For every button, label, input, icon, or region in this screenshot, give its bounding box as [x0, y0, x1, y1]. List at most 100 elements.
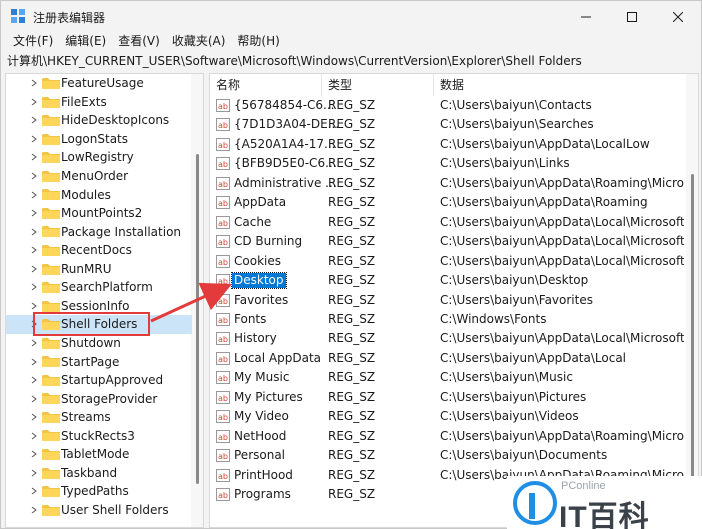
chevron-right-icon[interactable] — [30, 334, 38, 352]
value-name: CD Burning — [234, 234, 303, 249]
value-type: REG_SZ — [328, 292, 376, 307]
tree-item-typedpaths[interactable]: TypedPaths — [6, 482, 192, 501]
values-scroll-thumb[interactable] — [691, 174, 694, 484]
value-name: My Pictures — [234, 389, 303, 404]
tree-item-hidedesktopicons[interactable]: HideDesktopIcons — [6, 111, 192, 130]
chevron-right-icon[interactable] — [30, 241, 38, 259]
chevron-right-icon[interactable] — [30, 167, 38, 185]
chevron-right-icon[interactable] — [30, 204, 38, 222]
value-row[interactable]: ab NetHood REG_SZ C:\Users\baiyun\AppData\R… — [210, 427, 686, 447]
value-row[interactable]: ab Favorites REG_SZ C:\Users\baiyun\Favorit… — [210, 291, 686, 311]
value-row[interactable]: ab CD Burning REG_SZ C:\Users\baiyun\AppDat… — [210, 232, 686, 252]
tree-item-storageprovider[interactable]: StorageProvider — [6, 389, 192, 408]
tree-item-shutdown[interactable]: Shutdown — [6, 334, 192, 353]
tree-item-fileexts[interactable]: FileExts — [6, 93, 192, 112]
value-row[interactable]: ab My Video REG_SZ C:\Users\baiyun\Videos — [210, 407, 686, 427]
close-button[interactable] — [655, 1, 701, 32]
tree-item-featureusage[interactable]: FeatureUsage — [6, 74, 192, 93]
registry-editor-icon — [11, 9, 25, 23]
values-list-pane[interactable]: 名称 类型 数据 ab {56784854-C6... REG_SZ C:\Users… — [209, 73, 699, 528]
chevron-right-icon[interactable] — [30, 74, 38, 92]
tree-item-startupapproved[interactable]: StartupApproved — [6, 371, 192, 390]
value-row[interactable]: ab Local AppData REG_SZ C:\Users\baiyun\App… — [210, 349, 686, 369]
key-tree-pane[interactable]: FeatureUsage FileExts HideDesktopIcons Logo… — [5, 73, 204, 528]
column-header-type[interactable]: 类型 — [322, 74, 434, 96]
title-bar[interactable]: 注册表编辑器 — [1, 1, 701, 32]
menu-edit[interactable]: 编辑(E) — [59, 32, 112, 50]
chevron-right-icon[interactable] — [30, 223, 38, 241]
chevron-right-icon[interactable] — [30, 390, 38, 408]
column-header-name[interactable]: 名称 — [210, 74, 322, 96]
tree-item-logonstats[interactable]: LogonStats — [6, 130, 192, 149]
tree-item-runmru[interactable]: RunMRU — [6, 260, 192, 279]
tree-item-lowregistry[interactable]: LowRegistry — [6, 148, 192, 167]
reg-sz-icon: ab — [216, 351, 230, 365]
value-row[interactable]: ab Personal REG_SZ C:\Users\baiyun\Document… — [210, 446, 686, 466]
tree-item-menuorder[interactable]: MenuOrder — [6, 167, 192, 186]
values-scrollbar[interactable] — [686, 74, 698, 527]
chevron-right-icon[interactable] — [30, 260, 38, 278]
reg-sz-icon: ab — [216, 488, 230, 501]
tree-item-tabletmode[interactable]: TabletMode — [6, 445, 192, 464]
chevron-right-icon[interactable] — [30, 371, 38, 389]
chevron-right-icon[interactable] — [30, 93, 38, 111]
value-row[interactable]: ab Cache REG_SZ C:\Users\baiyun\AppData\Loc… — [210, 213, 686, 233]
address-bar[interactable]: 计算机\HKEY_CURRENT_USER\Software\Microsoft… — [5, 52, 697, 70]
value-row[interactable]: ab My Pictures REG_SZ C:\Users\baiyun\Pictu… — [210, 388, 686, 408]
value-data: C:\Windows\Fonts — [440, 311, 547, 326]
chevron-right-icon[interactable] — [30, 464, 38, 482]
minimize-button[interactable] — [563, 1, 609, 32]
tree-item-startpage[interactable]: StartPage — [6, 352, 192, 371]
menu-file[interactable]: 文件(F) — [7, 32, 59, 50]
tree-item-taskband[interactable]: Taskband — [6, 464, 192, 483]
value-row[interactable]: ab {7D1D3A04-DE... REG_SZ C:\Users\baiyun\S… — [210, 115, 686, 135]
column-header-data[interactable]: 数据 — [434, 74, 686, 96]
folder-icon — [42, 114, 60, 127]
chevron-right-icon[interactable] — [30, 111, 38, 129]
value-row[interactable]: ab Fonts REG_SZ C:\Windows\Fonts — [210, 310, 686, 330]
tree-item-recentdocs[interactable]: RecentDocs — [6, 241, 192, 260]
tree-item-mountpoints2[interactable]: MountPoints2 — [6, 204, 192, 223]
tree-scroll-thumb[interactable] — [196, 154, 199, 484]
value-row[interactable]: ab My Music REG_SZ C:\Users\baiyun\Music — [210, 368, 686, 388]
value-row[interactable]: ab {BFB9D5E0-C6... REG_SZ C:\Users\baiyun\L… — [210, 154, 686, 174]
value-row[interactable]: ab {56784854-C6... REG_SZ C:\Users\baiyun\C… — [210, 96, 686, 116]
menu-view[interactable]: 查看(V) — [112, 32, 166, 50]
tree-item-package-installation[interactable]: Package Installation — [6, 222, 192, 241]
chevron-right-icon[interactable] — [30, 148, 38, 166]
tree-item-user-shell-folders[interactable]: User Shell Folders — [6, 501, 192, 520]
menu-favorites[interactable]: 收藏夹(A) — [166, 32, 232, 50]
chevron-right-icon[interactable] — [30, 482, 38, 500]
folder-icon — [42, 392, 60, 405]
value-row[interactable]: ab Cookies REG_SZ C:\Users\baiyun\AppData\L… — [210, 252, 686, 272]
value-type: REG_SZ — [328, 234, 376, 249]
chevron-right-icon[interactable] — [30, 353, 38, 371]
chevron-right-icon[interactable] — [30, 408, 38, 426]
tree-item-modules[interactable]: Modules — [6, 185, 192, 204]
tree-scrollbar[interactable] — [191, 74, 203, 527]
value-name: History — [234, 331, 277, 346]
tree-item-streams[interactable]: Streams — [6, 408, 192, 427]
value-data: C:\Users\baiyun\AppData\Local — [440, 350, 627, 365]
value-row[interactable]: ab History REG_SZ C:\Users\baiyun\AppData\L… — [210, 329, 686, 349]
value-row[interactable]: ab AppData REG_SZ C:\Users\baiyun\AppData\R… — [210, 193, 686, 213]
chevron-right-icon[interactable] — [30, 445, 38, 463]
chevron-right-icon[interactable] — [30, 501, 38, 519]
tree-item-stuckrects3[interactable]: StuckRects3 — [6, 426, 192, 445]
value-row[interactable]: ab Desktop REG_SZ C:\Users\baiyun\Desktop — [210, 271, 686, 291]
tree-item-label: Taskband — [61, 465, 118, 480]
reg-sz-icon: ab — [216, 137, 230, 151]
tree-item-label: MountPoints2 — [61, 206, 143, 221]
value-name: Administrative ... — [234, 175, 337, 190]
chevron-right-icon[interactable] — [30, 427, 38, 445]
value-row[interactable]: ab {A520A1A4-17... REG_SZ C:\Users\baiyun\A… — [210, 135, 686, 155]
menu-help[interactable]: 帮助(H) — [231, 32, 285, 50]
chevron-right-icon[interactable] — [30, 186, 38, 204]
svg-text:ab: ab — [218, 160, 228, 169]
minimize-icon — [581, 16, 591, 17]
maximize-button[interactable] — [609, 1, 655, 32]
tree-item-searchplatform[interactable]: SearchPlatform — [6, 278, 192, 297]
value-row[interactable]: ab Administrative ... REG_SZ C:\Users\baiyu… — [210, 174, 686, 194]
chevron-right-icon[interactable] — [30, 278, 38, 296]
chevron-right-icon[interactable] — [30, 130, 38, 148]
